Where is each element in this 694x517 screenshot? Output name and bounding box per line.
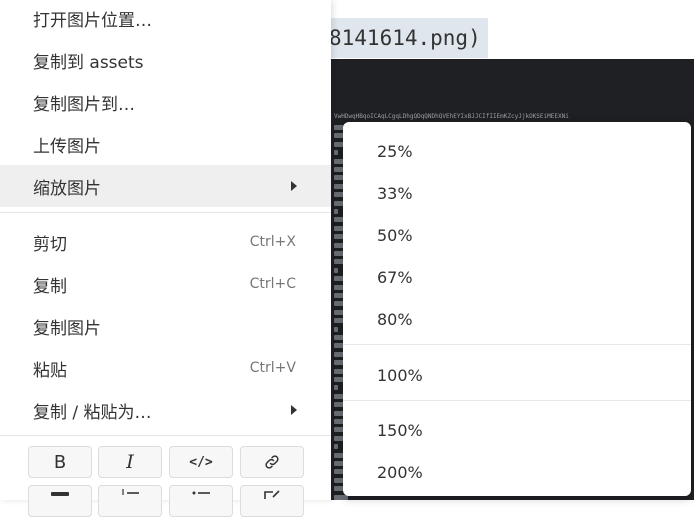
zoom-option-label: 33% xyxy=(377,183,413,203)
menu-item-label: 复制到 assets xyxy=(33,52,144,73)
menu-item-label: 剪切 xyxy=(33,234,67,255)
context-menu: 打开图片位置… 复制到 assets 复制图片到… 上传图片 缩放图片 剪切 C… xyxy=(0,0,331,517)
zoom-option-label: 50% xyxy=(377,225,413,245)
zoom-option-label: 150% xyxy=(377,420,423,440)
code-line xyxy=(334,444,338,450)
code-line xyxy=(334,209,338,214)
menu-item-label: 粘贴 xyxy=(33,360,67,381)
menu-item-label: 上传图片 xyxy=(33,136,101,157)
menu-item-label: 缩放图片 xyxy=(33,178,101,199)
menu-item-label: 复制图片到… xyxy=(33,94,135,115)
zoom-option-33[interactable]: 33% xyxy=(343,172,691,214)
link-button[interactable] xyxy=(240,446,304,478)
code-line xyxy=(334,267,338,273)
zoom-option-25[interactable]: 25% xyxy=(343,130,691,172)
menu-item-copy-paste-as[interactable]: 复制 / 粘贴为… xyxy=(0,389,331,431)
code-button[interactable]: </> xyxy=(169,446,233,478)
menu-item-paste[interactable]: 粘贴 Ctrl+V xyxy=(0,347,331,389)
image-filename-text: 8141614.png) xyxy=(326,18,488,58)
menu-item-label: 复制图片 xyxy=(33,318,101,339)
zoom-option-200[interactable]: 200% xyxy=(343,451,691,493)
zoom-option-label: 67% xyxy=(377,267,413,287)
submenu-separator xyxy=(343,344,691,345)
shortcut-label: Ctrl+X xyxy=(249,234,296,250)
submenu-arrow-icon xyxy=(291,405,297,415)
italic-icon: I xyxy=(126,451,134,473)
menu-item-open-image-location[interactable]: 打开图片位置… xyxy=(0,0,331,39)
menu-item-cut[interactable]: 剪切 Ctrl+X xyxy=(0,221,331,263)
zoom-option-label: 100% xyxy=(377,365,423,385)
menu-item-upload-image[interactable]: 上传图片 xyxy=(0,123,331,165)
heading-icon xyxy=(51,492,69,496)
shortcut-label: Ctrl+V xyxy=(249,360,296,376)
menu-item-copy-image-to[interactable]: 复制图片到… xyxy=(0,81,331,123)
zoom-option-150[interactable]: 150% xyxy=(343,409,691,451)
bold-icon: B xyxy=(53,451,67,473)
ordered-list-button[interactable] xyxy=(98,485,162,517)
menu-item-label: 打开图片位置… xyxy=(33,10,152,31)
menu-item-copy-image[interactable]: 复制图片 xyxy=(0,305,331,347)
zoom-submenu: 25% 33% 50% 67% 80% 100% 150% 200% xyxy=(343,122,691,496)
zoom-option-label: 200% xyxy=(377,462,423,482)
zoom-option-67[interactable]: 67% xyxy=(343,256,691,298)
code-line xyxy=(334,150,338,156)
submenu-arrow-icon xyxy=(291,181,297,191)
unordered-list-button[interactable] xyxy=(169,485,233,517)
bold-button[interactable]: B xyxy=(28,446,92,478)
zoom-option-label: 25% xyxy=(377,141,413,161)
menu-item-copy-to-assets[interactable]: 复制到 assets xyxy=(0,39,331,81)
menu-item-label: 复制 xyxy=(33,276,67,297)
menu-item-label: 复制 / 粘贴为… xyxy=(33,402,152,423)
code-line: VwHDwqHBqoICAqLCgqLDhgQDqQNDhQVEhEYIxBJJ… xyxy=(334,113,569,120)
unordered-list-icon xyxy=(192,491,210,495)
menu-separator xyxy=(0,212,331,213)
code-line xyxy=(334,385,338,391)
menu-separator xyxy=(0,435,331,436)
menu-item-zoom-image[interactable]: 缩放图片 xyxy=(0,165,331,207)
ordered-list-icon xyxy=(122,489,139,495)
submenu-separator xyxy=(343,400,691,401)
shortcut-label: Ctrl+C xyxy=(249,276,296,292)
zoom-option-50[interactable]: 50% xyxy=(343,214,691,256)
heading-button[interactable] xyxy=(28,485,92,517)
code-icon: </> xyxy=(189,454,213,470)
edit-button[interactable] xyxy=(240,485,304,517)
zoom-option-label: 80% xyxy=(377,309,413,329)
menu-item-copy[interactable]: 复制 Ctrl+C xyxy=(0,263,331,305)
link-icon xyxy=(265,455,279,469)
italic-button[interactable]: I xyxy=(98,446,162,478)
zoom-option-80[interactable]: 80% xyxy=(343,298,691,340)
edit-icon xyxy=(264,490,280,499)
zoom-option-100[interactable]: 100% xyxy=(343,354,691,396)
code-line xyxy=(334,326,338,332)
